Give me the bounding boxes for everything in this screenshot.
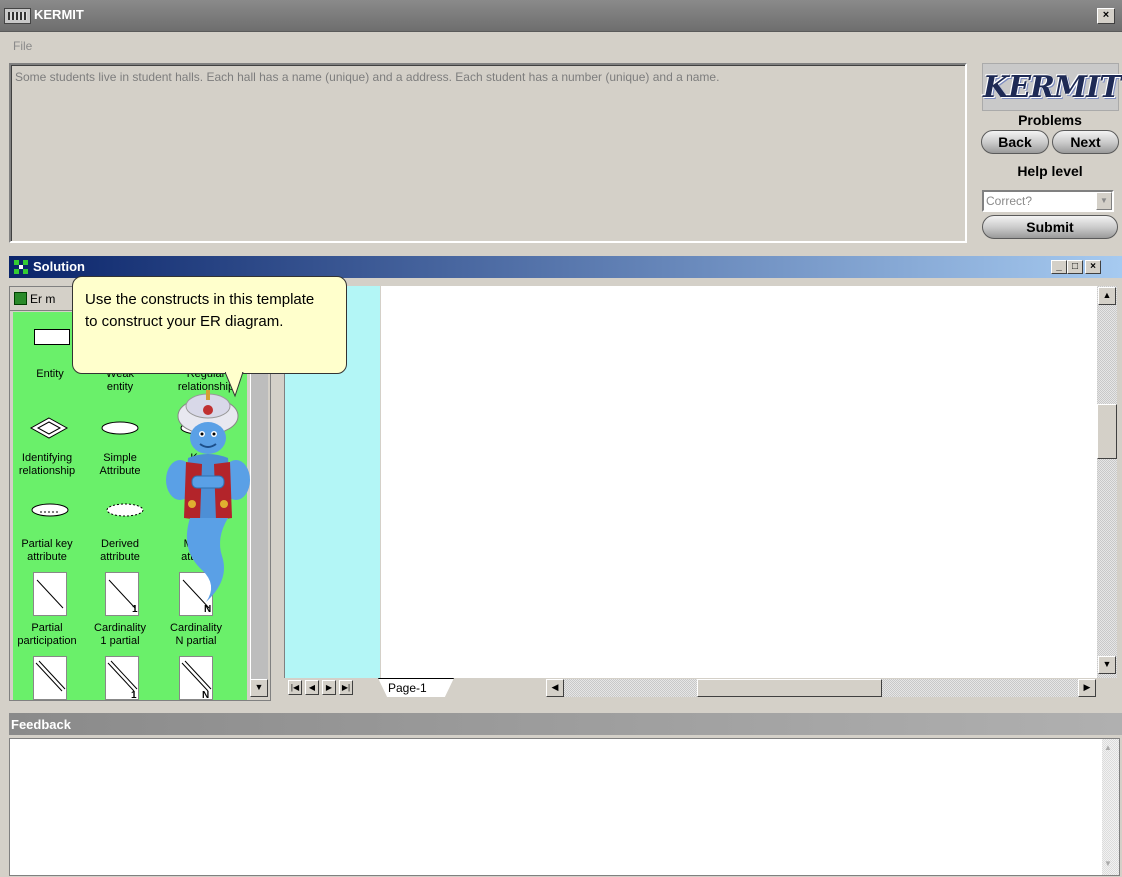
chevron-down-icon[interactable]: ▼ [1096,192,1112,210]
genie-tip-bubble: Use the constructs in this template to c… [72,276,347,374]
feedback-panel[interactable] [9,738,1120,876]
palette-label: entity [106,381,134,393]
close-window-button[interactable]: × [1097,8,1115,24]
palette-label: Cardinality [170,622,222,634]
diagram-icon [14,260,28,274]
help-level-label: Help level [1017,163,1083,179]
help-level-select[interactable]: Correct? ▼ [982,190,1114,212]
diagram-canvas[interactable] [381,286,1097,678]
partial-participation-shape[interactable] [33,572,67,616]
feedback-scrollbar[interactable]: ▲ ▼ [1102,739,1119,875]
identifying-relationship-shape[interactable] [29,416,69,440]
prev-page-icon[interactable]: ◀ [305,680,319,695]
feedback-title: Feedback [11,717,71,732]
canvas-vertical-scrollbar[interactable] [1097,286,1117,680]
cardinality-1-partial-shape[interactable]: 1 [105,572,139,616]
problem-text-area[interactable]: Some students live in student halls. Eac… [9,63,967,243]
palette-item-cardinality-n-partial[interactable]: Cardinality N partial [161,622,231,648]
last-page-icon[interactable]: ▶| [339,680,353,695]
vertical-scroll-thumb[interactable] [1097,404,1117,459]
help-level-value: Correct? [986,194,1033,208]
cardinality-n-total-shape[interactable]: N [179,656,213,700]
cardinality-mark: N [202,690,209,700]
palette-item-identifying-relationship[interactable]: Identifying relationship [13,452,82,478]
palette-item-cardinality-1-partial[interactable]: Cardinality 1 partial [85,622,155,648]
cardinality-mark: 1 [131,690,137,700]
scroll-up-icon[interactable]: ▲ [1104,743,1112,752]
cardinality-1-total-shape[interactable]: 1 [105,656,139,700]
scroll-down-icon[interactable]: ▼ [1098,656,1116,674]
logo-text: KERMIT [983,70,1121,105]
title-bar: KERMIT × [0,0,1122,32]
scroll-down-icon[interactable]: ▼ [250,679,268,697]
table-icon [14,292,27,305]
entity-shape[interactable] [34,329,70,345]
palette-label: Derived [101,538,139,550]
partial-key-attribute-shape[interactable] [30,502,70,518]
horizontal-scroll-thumb[interactable] [697,679,882,697]
problems-label: Problems [1018,112,1082,128]
cardinality-mark: 1 [132,604,138,615]
palette-label: participation [17,635,77,647]
palette-label: N partial [175,635,217,647]
palette-title: Er m [30,292,56,306]
total-participation-shape[interactable] [33,656,67,700]
palette-label: attribute [27,551,67,563]
palette-item-partial-participation[interactable]: Partial participation [13,622,82,648]
palette-label: Simple [103,452,137,464]
next-page-icon[interactable]: ▶ [322,680,336,695]
page-tab-label: Page-1 [388,681,427,695]
back-button[interactable]: Back [981,130,1049,154]
problem-statement: Some students live in student halls. Eac… [15,70,720,84]
cardinality-mark: N [204,604,211,615]
palette-label: Identifying [21,452,73,464]
submit-button[interactable]: Submit [982,215,1118,239]
genie-tip-text: Use the constructs in this template to c… [85,291,315,330]
scroll-down-icon[interactable]: ▼ [1104,859,1112,868]
palette-label: relationship [18,465,76,477]
window-title: KERMIT [34,7,84,22]
feedback-title-bar: Feedback [9,713,1122,735]
first-page-icon[interactable]: |◀ [288,680,302,695]
kermit-logo: KERMIT [982,63,1121,111]
solution-title-bar: Solution _ □ × [9,256,1122,278]
scroll-right-icon[interactable]: ▶ [1078,679,1096,697]
scroll-left-icon[interactable]: ◀ [546,679,564,697]
palette-item-partial-key[interactable]: Partial key attribute [13,538,82,564]
simple-attribute-shape[interactable] [100,420,140,436]
close-solution-button[interactable]: × [1085,260,1101,274]
app-icon [4,8,31,24]
derived-attribute-shape[interactable] [105,502,145,518]
palette-label: 1 partial [100,635,140,647]
maximize-button[interactable]: □ [1067,260,1083,274]
next-button[interactable]: Next [1052,130,1119,154]
tab-page-1[interactable]: Page-1 [378,678,454,697]
palette-label: Cardinality [94,622,146,634]
menu-file[interactable]: File [13,39,32,53]
menu-bar: File [0,33,1122,59]
palette-label: attribute [100,551,140,563]
solution-title: Solution [33,259,85,274]
scroll-up-icon[interactable]: ▲ [1098,287,1116,305]
palette-item-derived-attribute[interactable]: Derived attribute [85,538,155,564]
genie-assistant-icon[interactable] [160,380,255,605]
minimize-button[interactable]: _ [1051,260,1067,274]
palette-label: Attribute [99,465,141,477]
palette-label: Partial key [21,538,73,550]
palette-label: Partial [31,622,63,634]
palette-item-simple-attribute[interactable]: Simple Attribute [85,452,155,478]
